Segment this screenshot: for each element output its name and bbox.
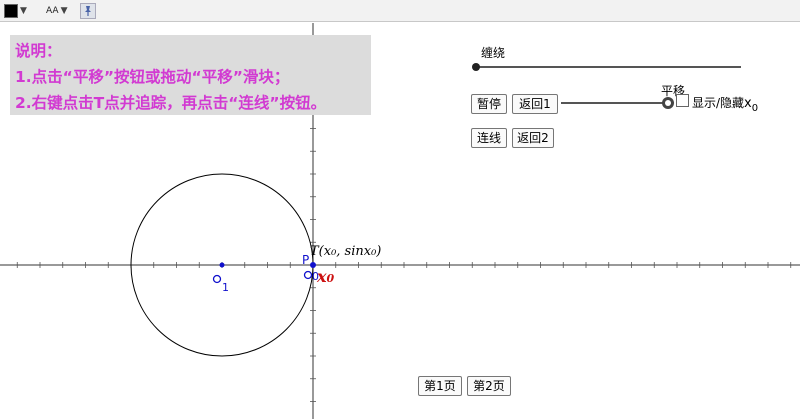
note-line-2: 2.右键点击T点并追踪，再点击“连线”按钮。 [15,94,327,112]
page1-button[interactable]: 第1页 [418,376,462,396]
point-P-label: P [302,253,310,267]
show-hide-var: x [744,96,752,111]
show-hide-checkbox[interactable] [676,94,689,107]
show-hide-label: 显示/隐藏x0 [692,94,759,114]
x0-label: x0 [317,267,334,286]
wind-slider-label: 缠绕 [481,46,506,60]
connect-button[interactable]: 连线 [471,128,507,148]
point-T-label: T(x₀, sinx₀) [310,244,382,259]
x0-var: x [317,267,327,286]
pause-button[interactable]: 暂停 [471,94,507,114]
point-O1-label: 1 [222,276,229,294]
page2-button[interactable]: 第2页 [467,376,511,396]
return1-button[interactable]: 返回1 [512,94,558,114]
point-O1[interactable] [212,274,222,284]
show-hide-text: 显示/隐藏 [692,96,745,110]
x0-subscript: 0 [326,272,335,285]
note-title: 说明： [15,42,62,60]
instruction-note: 说明： 1.点击“平移”按钮或拖动“平移”滑块； 2.右键点击T点并追踪，再点击… [10,35,371,115]
show-hide-sub: 0 [751,103,759,114]
center-point[interactable] [219,262,225,268]
point-P[interactable] [310,262,316,268]
return2-button[interactable]: 返回2 [512,128,554,148]
point-O1-subscript: 1 [222,281,229,294]
note-line-1: 1.点击“平移”按钮或拖动“平移”滑块； [15,68,290,86]
point-O0[interactable] [303,270,313,280]
